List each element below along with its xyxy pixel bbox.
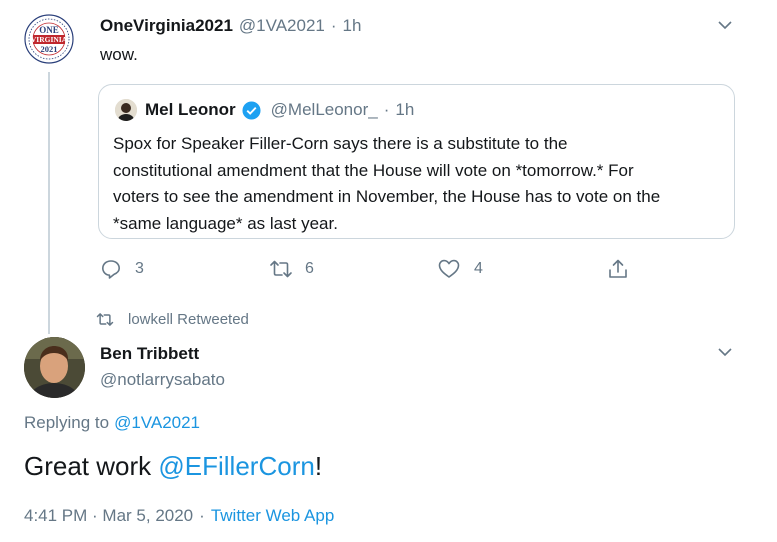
tweet-source-link[interactable]: Twitter Web App: [211, 506, 334, 526]
replying-to-handle-link[interactable]: @1VA2021: [114, 413, 200, 433]
retweet-icon: [270, 260, 292, 278]
seal-text-middle: VIRGINIA: [30, 35, 68, 44]
quoted-handle: @MelLeonor_: [270, 100, 378, 119]
chevron-down-icon: [718, 21, 732, 30]
tweet-text: wow.: [100, 45, 138, 64]
tweet-header: OneVirginia2021 @1VA2021 · 1h: [100, 16, 361, 38]
more-options-button[interactable]: [718, 345, 732, 359]
quoted-separator-dot: ·: [383, 100, 390, 119]
more-options-button[interactable]: [718, 18, 732, 32]
tweet-text-part: Great work: [24, 451, 152, 481]
quoted-timestamp: 1h: [395, 100, 415, 119]
person-avatar-icon: [115, 99, 137, 121]
reply-icon: [102, 260, 120, 279]
quoted-text-line: Spox for Speaker Filler-Corn says there …: [113, 134, 568, 153]
verified-badge-icon: [242, 100, 261, 120]
replying-to-label: Replying to: [24, 413, 110, 432]
thread-connector-line: [48, 72, 50, 334]
quoted-text-line: voters to see the amendment in November,…: [113, 187, 661, 206]
separator-dot: ·: [330, 16, 337, 35]
like-button[interactable]: 4: [438, 259, 483, 279]
quoted-display-name: Mel Leonor: [145, 100, 236, 119]
tweet-text: Great work @EFillerCorn!: [24, 451, 322, 482]
avatar[interactable]: [24, 337, 85, 398]
author-handle[interactable]: @notlarrysabato: [100, 370, 225, 390]
seal-text-bottom: 2021: [40, 44, 58, 54]
handle[interactable]: @1VA2021: [239, 16, 325, 36]
display-name[interactable]: OneVirginia2021: [100, 16, 233, 36]
chevron-down-icon: [718, 348, 732, 357]
like-count: 4: [474, 260, 483, 277]
retweet-context: lowkell Retweeted: [96, 311, 249, 328]
heart-icon: [438, 259, 460, 278]
reply-count: 3: [135, 260, 144, 277]
person-avatar-icon: [24, 337, 85, 398]
tweet-text-part: !: [314, 451, 323, 481]
share-icon: [609, 259, 627, 278]
retweet-icon: [96, 313, 114, 326]
separator-dot: ·: [199, 506, 205, 525]
quoted-tweet-card[interactable]: Mel Leonor @MelLeonor_ · 1h Spox for Spe…: [98, 84, 735, 239]
author-name[interactable]: Ben Tribbett: [100, 344, 199, 364]
retweet-count: 6: [305, 260, 314, 277]
seal-text-top: ONE: [39, 25, 59, 35]
quoted-text-line: constitutional amendment that the House …: [113, 160, 634, 180]
tweet-meta: 4:41 PM · Mar 5, 2020 · Twitter Web App: [24, 506, 334, 526]
quoted-text: Spox for Speaker Filler-Corn says there …: [113, 131, 728, 237]
mention-link[interactable]: @EFillerCorn: [158, 451, 314, 481]
tweet-timestamp[interactable]: 4:41 PM · Mar 5, 2020: [24, 506, 193, 526]
quoted-avatar: [115, 99, 137, 121]
share-button[interactable]: [608, 259, 628, 279]
timestamp[interactable]: 1h: [343, 16, 362, 36]
retweet-button[interactable]: 6: [269, 259, 314, 279]
avatar[interactable]: ONE VIRGINIA 2021: [24, 14, 74, 64]
tweet-1: ONE VIRGINIA 2021 OneVirginia2021 @1VA20…: [0, 0, 777, 335]
retweet-context-label[interactable]: lowkell Retweeted: [128, 311, 249, 328]
quoted-header: Mel Leonor @MelLeonor_ · 1h: [145, 100, 414, 120]
replying-to: Replying to @1VA2021: [24, 413, 200, 433]
quoted-text-line: *same language* as last year.: [113, 213, 338, 233]
reply-button[interactable]: 3: [101, 259, 144, 279]
